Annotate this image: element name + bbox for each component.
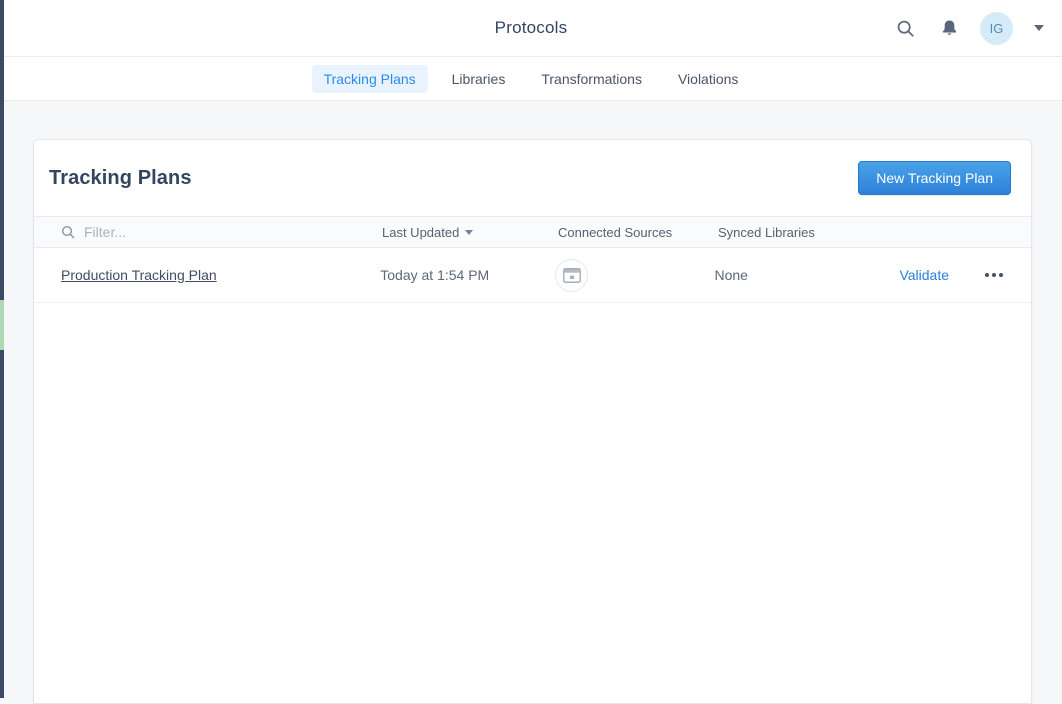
tab-transformations[interactable]: Transformations	[529, 65, 654, 93]
last-updated-value: Today at 1:54 PM	[380, 267, 489, 283]
dot	[985, 273, 989, 277]
card-title: Tracking Plans	[49, 167, 192, 190]
column-header-last-updated[interactable]: Last Updated	[382, 225, 558, 240]
row-actions-cell: Validate	[899, 267, 1031, 283]
new-tracking-plan-button[interactable]: New Tracking Plan	[858, 161, 1011, 195]
tab-tracking-plans[interactable]: Tracking Plans	[312, 65, 428, 93]
synced-libraries-cell: None	[714, 267, 899, 283]
filter-cell	[34, 224, 382, 240]
app-header: Protocols IG	[0, 0, 1062, 57]
card-header: Tracking Plans New Tracking Plan	[34, 140, 1031, 216]
sort-caret-down-icon	[465, 230, 473, 235]
dot	[999, 273, 1003, 277]
tab-libraries[interactable]: Libraries	[440, 65, 518, 93]
account-menu-button[interactable]	[1030, 21, 1048, 35]
tracking-plans-card: Tracking Plans New Tracking Plan Last Up…	[33, 139, 1032, 704]
search-icon	[896, 19, 915, 38]
avatar[interactable]: IG	[980, 12, 1013, 45]
javascript-source-icon[interactable]	[555, 259, 588, 292]
notifications-button[interactable]	[936, 15, 963, 42]
column-header-synced-libraries: Synced Libraries	[718, 225, 904, 240]
column-label: Connected Sources	[558, 225, 672, 240]
column-header-connected-sources: Connected Sources	[558, 225, 718, 240]
table-header-row: Last Updated Connected Sources Synced Li…	[34, 216, 1031, 248]
page-title: Protocols	[495, 18, 568, 38]
main-content: Tracking Plans New Tracking Plan Last Up…	[4, 101, 1062, 698]
synced-libraries-value: None	[714, 267, 747, 283]
last-updated-cell: Today at 1:54 PM	[380, 267, 555, 283]
table-row: Production Tracking Plan Today at 1:54 P…	[34, 248, 1031, 303]
dot	[992, 273, 996, 277]
plan-name-cell: Production Tracking Plan	[34, 267, 380, 283]
chevron-down-icon	[1034, 25, 1044, 31]
filter-input[interactable]	[84, 224, 382, 240]
bell-icon	[940, 19, 959, 38]
tab-violations[interactable]: Violations	[666, 65, 750, 93]
background-sidebar-green-segment	[0, 300, 4, 350]
connected-sources-cell	[555, 259, 714, 292]
tab-bar: Tracking Plans Libraries Transformations…	[0, 57, 1062, 101]
background-sidebar-sliver	[0, 0, 4, 698]
search-button[interactable]	[892, 15, 919, 42]
validate-link[interactable]: Validate	[899, 267, 949, 283]
column-label: Last Updated	[382, 225, 459, 240]
overflow-menu-button[interactable]	[983, 267, 1005, 283]
header-actions: IG	[892, 0, 1048, 56]
column-label: Synced Libraries	[718, 225, 815, 240]
tracking-plan-link[interactable]: Production Tracking Plan	[61, 267, 217, 283]
filter-search-icon	[61, 225, 75, 239]
